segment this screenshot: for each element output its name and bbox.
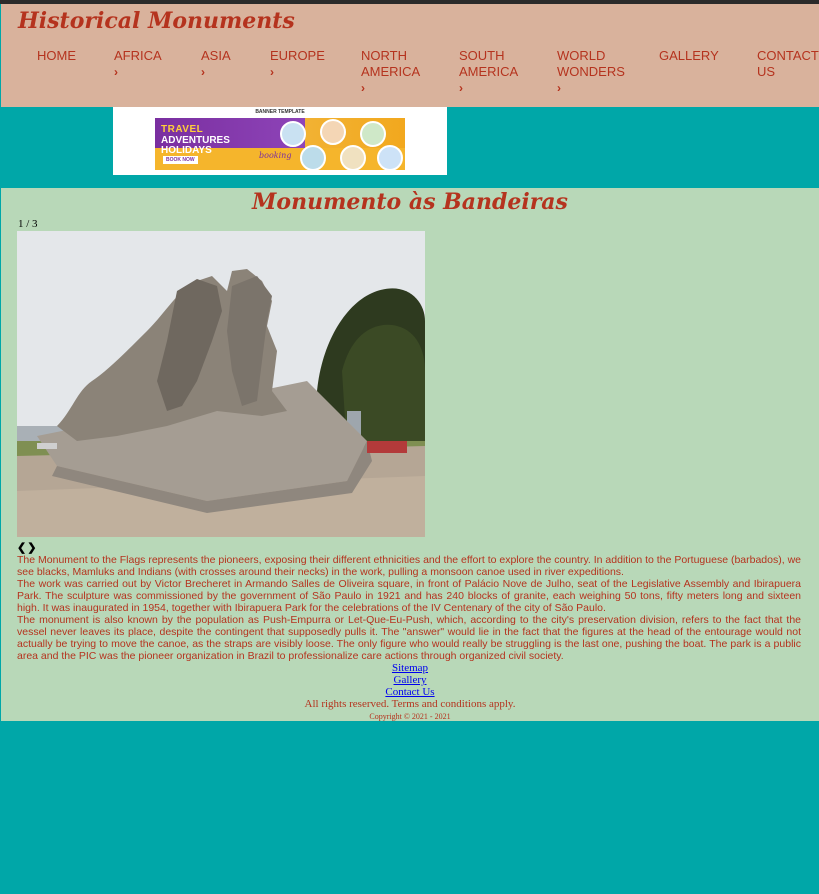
nav-asia-label: ASIA [201, 48, 231, 63]
banner-headline-1: TRAVEL [161, 124, 204, 135]
nav-gallery[interactable]: GALLERY [659, 48, 719, 64]
nav-south-america[interactable]: SOUTH AMERICA › [459, 48, 529, 96]
chevron-right-icon: › [459, 81, 463, 95]
chevron-right-icon[interactable]: ❯ [27, 542, 37, 554]
nav-south-america-label: SOUTH AMERICA [459, 48, 519, 79]
nav-north-america[interactable]: NORTH AMERICA › [361, 48, 431, 96]
chevron-right-icon: › [270, 65, 274, 79]
banner-headline-2: ADVENTURES HOLIDAYS [161, 136, 230, 156]
nav-home-label: HOME [37, 48, 76, 63]
nav-contact-us-label: CONTACT US [757, 48, 819, 79]
nav-home[interactable]: HOME [37, 48, 76, 64]
footer-links: Sitemap Gallery Contact Us [1, 662, 819, 698]
nav-asia[interactable]: ASIA › [201, 48, 231, 80]
photo-circle-icon [340, 145, 366, 171]
site-header: Historical Monuments HOME AFRICA › ASIA … [1, 4, 819, 107]
banner-band: BANNER TEMPLATE TRAVEL ADVENTURES HOLIDA… [1, 107, 819, 188]
description-paragraph-1: The Monument to the Flags represents the… [17, 554, 801, 578]
footer-copyright: Copyright © 2021 - 2021 [369, 712, 451, 721]
nav-world-wonders-label: WORLD WONDERS [557, 48, 625, 79]
footer-link-sitemap[interactable]: Sitemap [1, 662, 819, 674]
description-paragraph-2: The work was carried out by Victor Brech… [17, 578, 801, 614]
nav-europe[interactable]: EUROPE › [270, 48, 325, 80]
photo-circle-icon [377, 145, 403, 171]
slideshow-image [17, 231, 425, 537]
banner-caption: BANNER TEMPLATE [255, 109, 305, 115]
nav-europe-label: EUROPE [270, 48, 325, 63]
main-nav: HOME AFRICA › ASIA › EUROPE › NORTH AMER… [1, 48, 819, 104]
monument-photo [17, 231, 425, 537]
nav-contact-us[interactable]: CONTACT US [757, 48, 819, 80]
footer-link-gallery[interactable]: Gallery [1, 674, 819, 686]
chevron-right-icon: › [201, 65, 205, 79]
slide-counter: 1 / 3 [18, 218, 38, 230]
banner-ad-image: TRAVEL ADVENTURES HOLIDAYS BOOK NOW book… [155, 118, 405, 171]
photo-circle-icon [360, 121, 386, 147]
photo-circle-icon [320, 119, 346, 145]
main-content: Monumento às Bandeiras 1 / 3 ❮❯ The Monu… [1, 188, 819, 721]
ad-banner[interactable]: BANNER TEMPLATE TRAVEL ADVENTURES HOLIDA… [113, 107, 447, 175]
chevron-right-icon: › [114, 65, 118, 79]
nav-africa-label: AFRICA [114, 48, 162, 63]
footer-rights: All rights reserved. Terms and condition… [304, 698, 516, 710]
nav-north-america-label: NORTH AMERICA [361, 48, 421, 79]
footer-link-contact[interactable]: Contact Us [1, 686, 819, 698]
description-paragraph-3: The monument is also known by the popula… [17, 614, 801, 662]
site-title[interactable]: Historical Monuments [18, 8, 295, 34]
banner-headline-3-text: HOLIDAYS [161, 145, 212, 156]
chevron-right-icon: › [557, 81, 561, 95]
banner-brand: booking [259, 151, 292, 160]
monument-description: The Monument to the Flags represents the… [17, 554, 801, 662]
page-title: Monumento às Bandeiras [252, 189, 568, 215]
chevron-left-icon[interactable]: ❮ [17, 542, 27, 554]
chevron-right-icon: › [361, 81, 365, 95]
photo-circle-icon [280, 121, 306, 147]
banner-book-button: BOOK NOW [163, 156, 198, 164]
slideshow-controls: ❮❯ [17, 541, 37, 554]
nav-gallery-label: GALLERY [659, 48, 719, 63]
nav-world-wonders[interactable]: WORLD WONDERS › [557, 48, 627, 96]
photo-circle-icon [300, 145, 326, 171]
nav-africa[interactable]: AFRICA › [114, 48, 162, 80]
